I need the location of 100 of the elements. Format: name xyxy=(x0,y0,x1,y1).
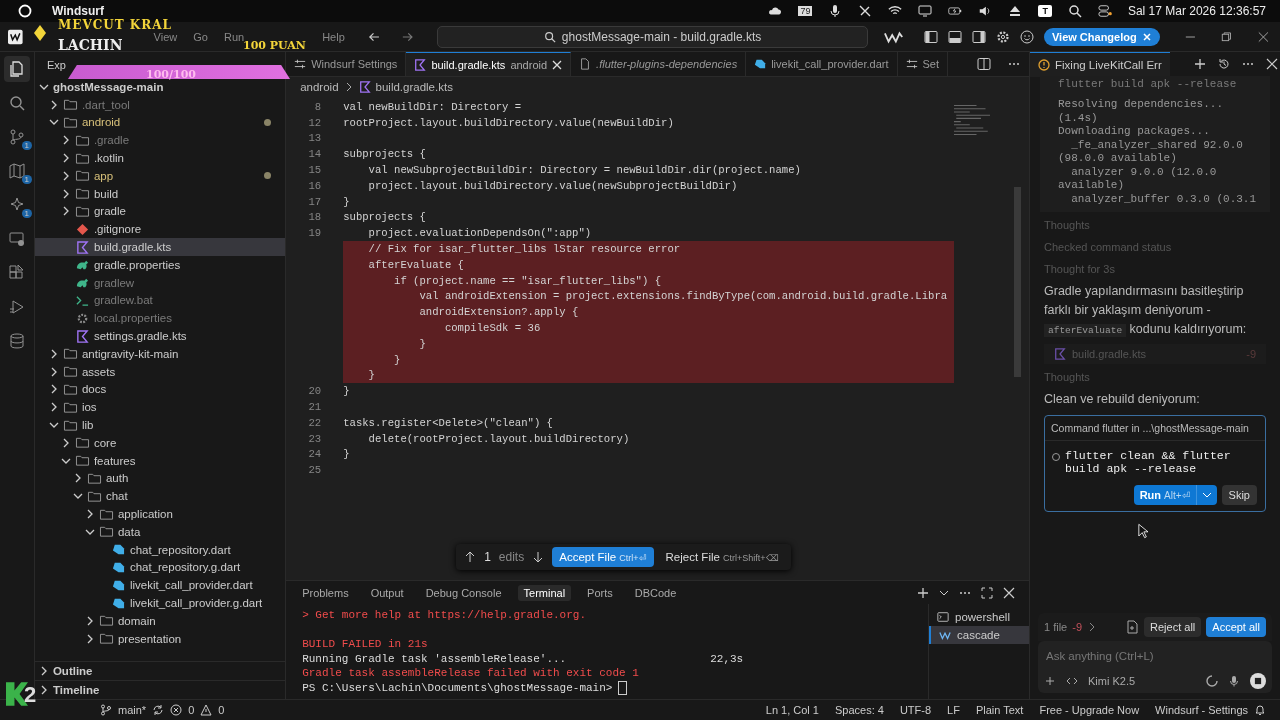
breadcrumb-item[interactable]: android xyxy=(300,81,339,93)
tree-item[interactable]: local.properties xyxy=(34,309,286,328)
tree-item[interactable]: build xyxy=(34,184,286,203)
file-icon[interactable] xyxy=(1125,620,1140,634)
editor-tab[interactable]: livekit_call_provider.dart xyxy=(746,52,898,76)
status-item[interactable]: Ln 1, Col 1 xyxy=(765,704,819,716)
tree-item[interactable]: core xyxy=(34,433,286,452)
tree-item[interactable]: lib xyxy=(34,416,286,434)
code-icon[interactable] xyxy=(1066,675,1078,687)
tree-item[interactable]: .gitignore xyxy=(34,220,286,239)
tree-item[interactable]: docs xyxy=(34,380,286,399)
view-changelog-button[interactable]: View Changelog xyxy=(1043,27,1160,46)
notification-bell-icon[interactable] xyxy=(1254,704,1266,716)
chat-tab[interactable]: Fixing LiveKitCall Err xyxy=(1030,51,1170,77)
reject-file-button[interactable]: Reject File Ctrl+Shift+⌫ xyxy=(661,547,783,567)
status-item[interactable]: Free - Upgrade Now xyxy=(1039,704,1140,716)
add-icon[interactable] xyxy=(917,586,929,599)
microphone-icon[interactable] xyxy=(1228,675,1240,687)
activity-button[interactable]: 1 xyxy=(3,124,30,150)
tree-item[interactable]: livekit_call_provider.g.dart xyxy=(34,594,286,612)
skip-button[interactable]: Skip xyxy=(1221,485,1257,505)
eject-icon[interactable] xyxy=(1008,4,1023,18)
tree-item[interactable]: gradle.properties xyxy=(34,255,286,274)
terminal-item[interactable]: cascade xyxy=(929,626,1029,644)
menu-item[interactable]: Help xyxy=(319,30,348,43)
close-icon[interactable] xyxy=(1003,586,1015,599)
accept-file-button[interactable]: Accept File Ctrl+⏎ xyxy=(552,547,654,567)
tree-item[interactable]: app xyxy=(34,167,286,185)
tree-item[interactable]: .dart_tool xyxy=(34,95,286,114)
activity-button[interactable]: 1 xyxy=(3,158,30,184)
panel-tab[interactable]: Debug Console xyxy=(419,584,508,601)
battery-icon[interactable] xyxy=(948,4,963,18)
tray-badge[interactable]: T xyxy=(1038,5,1052,17)
tree-item[interactable]: settings.gradle.kts xyxy=(34,327,286,345)
tree-item[interactable]: auth xyxy=(34,469,286,488)
panel-tab[interactable]: Problems xyxy=(296,584,355,601)
scrollbar[interactable] xyxy=(1014,187,1021,377)
tree-item[interactable]: data xyxy=(34,522,286,541)
tree-item[interactable]: android xyxy=(34,113,286,132)
status-item[interactable]: UTF-8 xyxy=(899,704,932,716)
activity-button[interactable]: 1 xyxy=(3,192,30,218)
tree-item[interactable]: gradlew xyxy=(34,273,286,292)
add-icon[interactable] xyxy=(1044,675,1056,687)
add-icon[interactable] xyxy=(1193,58,1206,70)
down-arrow-icon[interactable] xyxy=(532,551,545,563)
tree-item[interactable]: .gradle xyxy=(34,131,286,150)
tree-item[interactable]: chat_repository.dart xyxy=(34,540,286,559)
branch-name[interactable]: main* xyxy=(118,704,147,716)
sidebar-left-icon[interactable] xyxy=(923,29,938,44)
panel-tab[interactable]: Output xyxy=(364,584,410,601)
tree-item[interactable]: build.gradle.kts xyxy=(34,238,286,256)
tree-item[interactable]: ios xyxy=(34,398,286,417)
close-icon[interactable] xyxy=(1265,58,1278,70)
accept-all-button[interactable]: Accept all xyxy=(1206,617,1266,637)
tree-item[interactable]: domain xyxy=(34,611,286,630)
tree-item[interactable]: ghostMessage-main xyxy=(34,78,286,96)
menu-item[interactable]: View xyxy=(150,30,181,43)
breadcrumb-item[interactable]: build.gradle.kts xyxy=(375,81,453,93)
monitor-icon[interactable] xyxy=(918,4,933,18)
reject-all-button[interactable]: Reject all xyxy=(1144,617,1202,637)
activity-button[interactable] xyxy=(3,56,30,82)
account-icon[interactable] xyxy=(1019,29,1034,44)
error-count[interactable]: 0 xyxy=(188,704,195,716)
panel-tab[interactable]: Terminal xyxy=(517,584,572,601)
tree-item[interactable]: chat xyxy=(34,487,286,506)
tree-item[interactable]: .kotlin xyxy=(34,149,286,167)
run-button[interactable]: Run Alt+⏎ xyxy=(1133,485,1196,505)
status-item[interactable]: LF xyxy=(947,704,960,716)
tree-item[interactable]: gradle xyxy=(34,202,286,221)
editor-tab[interactable]: .flutter-plugins-dependencies xyxy=(571,52,747,76)
menu-item[interactable]: Go xyxy=(190,30,211,43)
branch-icon[interactable] xyxy=(100,704,112,716)
warning-count[interactable]: 0 xyxy=(218,704,225,716)
settings-icon[interactable] xyxy=(995,29,1010,44)
command-search-field[interactable]: ghostMessage-main - build.gradle.kts xyxy=(437,25,868,48)
panel-tab[interactable]: Ports xyxy=(581,584,619,601)
panel-bottom-icon[interactable] xyxy=(947,29,962,44)
sidebar-right-icon[interactable] xyxy=(971,29,986,44)
editor-tab[interactable]: Set xyxy=(897,52,949,76)
editor-tab[interactable]: build.gradle.kts android xyxy=(406,52,572,76)
windsurf-logo-icon[interactable] xyxy=(883,29,904,44)
toggle-icon[interactable] xyxy=(1097,4,1112,18)
cloud-icon[interactable] xyxy=(768,4,783,18)
model-selector[interactable]: Kimi K2.5 xyxy=(1088,675,1136,687)
status-item[interactable]: Plain Text xyxy=(975,704,1024,716)
maximize-icon[interactable] xyxy=(981,586,993,599)
up-arrow-icon[interactable] xyxy=(464,551,477,563)
tree-item[interactable]: antigravity-kit-main xyxy=(34,344,286,363)
restore-icon[interactable] xyxy=(1220,29,1234,44)
status-item[interactable]: Windsurf - Settings xyxy=(1155,704,1248,716)
pen-off-icon[interactable] xyxy=(858,4,873,18)
sync-icon[interactable] xyxy=(152,704,165,716)
history-icon[interactable] xyxy=(1217,58,1230,70)
changed-files[interactable]: 1 file xyxy=(1044,621,1068,633)
search-icon[interactable] xyxy=(1067,4,1082,18)
tree-item[interactable]: livekit_call_provider.dart xyxy=(34,576,286,595)
split-editor-icon[interactable] xyxy=(977,57,991,71)
tree-item[interactable]: application xyxy=(34,505,286,523)
tree-item[interactable]: chat_repository.g.dart xyxy=(34,558,286,577)
tree-item[interactable]: features xyxy=(34,451,286,470)
